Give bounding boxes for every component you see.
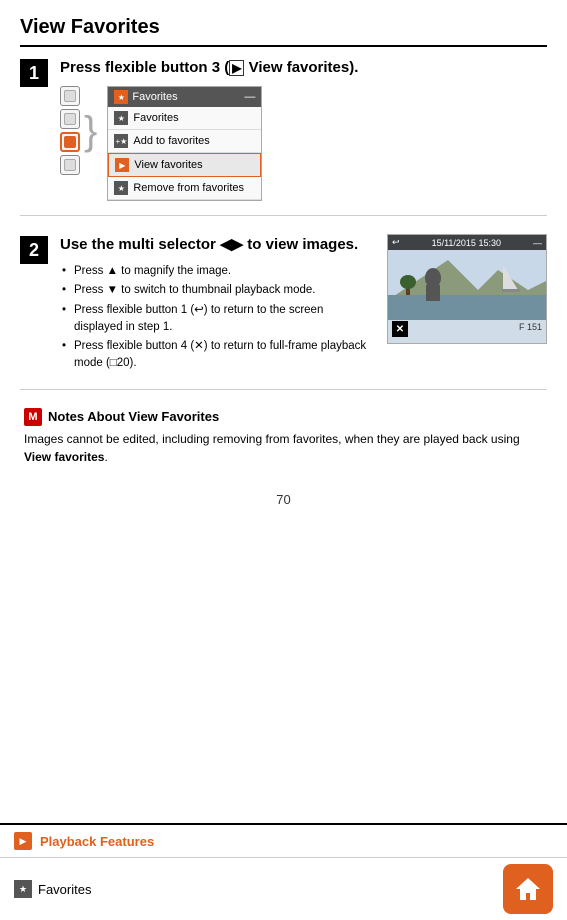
frame-count: F 151: [519, 322, 542, 332]
footer-top[interactable]: ▶ Playback Features: [0, 825, 567, 858]
menu-fav-icon: ★: [114, 111, 128, 125]
menu-add-icon: +★: [114, 134, 128, 148]
bullet-4: Press flexible button 4 (✕) to return to…: [60, 338, 375, 373]
img-topbar: ↩ 15/11/2015 15:30 —: [388, 235, 546, 250]
menu-header-label: Favorites: [132, 91, 177, 103]
menu-item-label-view: View favorites: [134, 159, 202, 171]
page-number: 70: [20, 482, 547, 517]
cam-btn-2: [60, 109, 80, 129]
menu-item-label-remove: Remove from favorites: [133, 182, 244, 194]
step-2-section: 2 Use the multi selector ◀▶ to view imag…: [20, 234, 547, 390]
menu-collapse-icon: —: [244, 91, 255, 103]
notes-section: M Notes About View Favorites Images cann…: [20, 408, 547, 466]
step-2-content: Use the multi selector ◀▶ to view images…: [60, 234, 547, 375]
home-icon: [514, 875, 542, 903]
footer-favorites-label: Favorites: [38, 882, 91, 897]
step-2-prefix: Use the multi selector: [60, 236, 220, 253]
home-button[interactable]: [503, 864, 553, 914]
notes-body: Images cannot be edited, including remov…: [24, 430, 543, 466]
menu-view-icon: ▶: [115, 158, 129, 172]
step-1-illustration: } ★ Favorites — ★ Favorites: [60, 86, 547, 201]
img-bottombar: ✕ F 151: [388, 320, 546, 334]
bracket-icon: }: [84, 111, 97, 151]
cam-btn-3-active: [60, 132, 80, 152]
menu-remove-icon: ★: [114, 181, 128, 195]
playback-image: ↩ 15/11/2015 15:30 —: [387, 234, 547, 344]
footer-playback-label: Playback Features: [40, 834, 154, 849]
step-1-number: 1: [20, 59, 48, 87]
img-scene: [388, 250, 546, 320]
menu-item-remove-favorites[interactable]: ★ Remove from favorites: [108, 177, 261, 200]
menu-item-label-favorites: Favorites: [133, 112, 178, 124]
back-arrow-icon: ↩: [392, 237, 400, 248]
step-2-inner: Use the multi selector ◀▶ to view images…: [60, 234, 547, 375]
page-container: View Favorites 1 Press flexible button 3…: [0, 0, 567, 920]
direction-arrows: ◀▶: [220, 236, 243, 253]
main-content: View Favorites 1 Press flexible button 3…: [0, 0, 567, 823]
footer-playback-icon: ▶: [14, 832, 32, 850]
scene-svg: [388, 250, 546, 320]
step-1-content: Press flexible button 3 (▶ View favorite…: [60, 57, 547, 201]
notes-title: M Notes About View Favorites: [24, 408, 543, 426]
step-1-text-prefix: Press flexible button 3 (: [60, 59, 229, 76]
step-2-instruction: Use the multi selector ◀▶ to view images…: [60, 234, 375, 255]
view-favorites-highlight: View favorites: [249, 59, 350, 76]
notes-body-end: .: [104, 450, 107, 464]
menu-panel: ★ Favorites — ★ Favorites +★ Add to favo…: [107, 86, 262, 201]
menu-item-label-add: Add to favorites: [133, 135, 209, 147]
bullet-3: Press flexible button 1 (↩) to return to…: [60, 302, 375, 337]
flex-btn-icon: ▶: [229, 60, 244, 76]
bullet-2: Press ▼ to switch to thumbnail playback …: [60, 282, 375, 299]
menu-dots: —: [533, 238, 542, 248]
step-1-instruction: Press flexible button 3 (▶ View favorite…: [60, 57, 547, 78]
step-1-close-paren: ).: [349, 59, 358, 76]
footer-bottom: ★ Favorites: [0, 858, 567, 920]
timestamp: 15/11/2015 15:30: [432, 238, 501, 248]
step-2-suffix: to view images.: [243, 236, 358, 253]
bullet-list: Press ▲ to magnify the image. Press ▼ to…: [60, 263, 375, 373]
cam-btn-4: [60, 155, 80, 175]
menu-item-favorites[interactable]: ★ Favorites: [108, 107, 261, 130]
notes-body-text: Images cannot be edited, including remov…: [24, 432, 520, 446]
bullet-1: Press ▲ to magnify the image.: [60, 263, 375, 280]
camera-panel: }: [60, 86, 101, 175]
footer-favorites[interactable]: ★ Favorites: [14, 880, 91, 898]
menu-header: ★ Favorites —: [108, 87, 261, 107]
menu-item-add-favorites[interactable]: +★ Add to favorites: [108, 130, 261, 153]
page-title: View Favorites: [20, 16, 547, 47]
buttons-column: [60, 86, 80, 175]
step-2-text-block: Use the multi selector ◀▶ to view images…: [60, 234, 375, 375]
menu-item-view-favorites[interactable]: ▶ View favorites: [108, 153, 261, 177]
cam-btn-1: [60, 86, 80, 106]
notes-view-favorites-bold: View favorites: [24, 450, 104, 464]
step-2-number: 2: [20, 236, 48, 264]
x-close-icon: ✕: [392, 321, 408, 337]
notes-icon: M: [24, 408, 42, 426]
favorites-header-icon: ★: [114, 90, 128, 104]
footer-fav-icon: ★: [14, 880, 32, 898]
notes-title-text: Notes About View Favorites: [48, 409, 219, 424]
footer: ▶ Playback Features ★ Favorites: [0, 823, 567, 920]
step-1-section: 1 Press flexible button 3 (▶ View favori…: [20, 57, 547, 216]
